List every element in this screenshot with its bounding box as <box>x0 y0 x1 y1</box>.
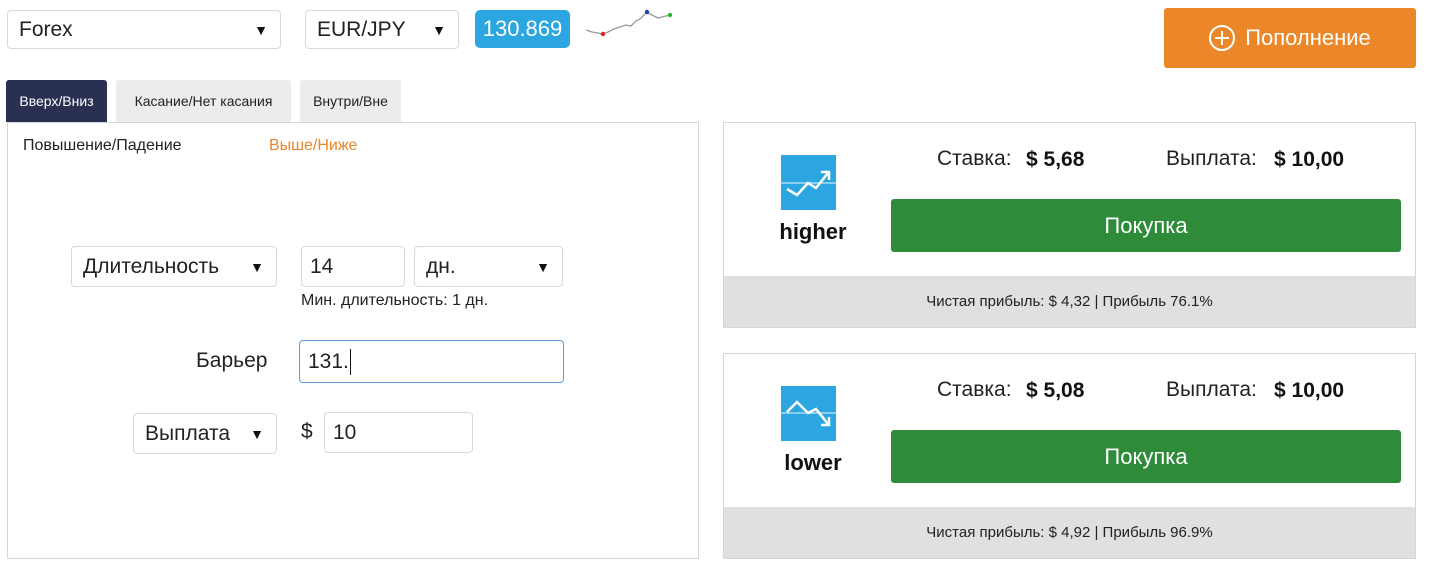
stake-label: Ставка: <box>937 378 1012 401</box>
chevron-down-icon: ▼ <box>432 21 446 38</box>
buy-button[interactable]: Покупка <box>891 430 1401 483</box>
plus-circle-icon <box>1209 25 1236 51</box>
subtab-rise-fall[interactable]: Повышение/Падение <box>23 137 182 155</box>
duration-unit-select[interactable]: дн. ▼ <box>414 246 563 287</box>
pair-select[interactable]: EUR/JPY ▼ <box>305 10 459 49</box>
chevron-down-icon: ▼ <box>254 21 268 38</box>
tab-label: Внутри/Вне <box>313 93 388 109</box>
direction-label: lower <box>784 450 842 475</box>
stake-value: $ 5,68 <box>1026 148 1085 171</box>
trend-up-icon <box>781 155 836 210</box>
stake-value: $ 5,08 <box>1026 379 1085 402</box>
price-sparkline <box>585 9 673 37</box>
chevron-down-icon: ▼ <box>250 258 264 275</box>
barrier-input[interactable]: 131. <box>299 340 564 383</box>
tab-label: Вверх/Вниз <box>19 93 94 109</box>
market-select[interactable]: Forex ▼ <box>7 10 281 49</box>
profit-summary: Чистая прибыль: $ 4,92 | Прибыль 96.9% <box>724 507 1415 558</box>
min-duration-hint: Мин. длительность: 1 дн. <box>301 292 489 309</box>
market-select-value: Forex <box>19 17 73 41</box>
barrier-input-value: 131. <box>308 349 349 373</box>
payout-input-value: 10 <box>333 420 357 444</box>
stake-label: Ставка: <box>937 147 1012 170</box>
duration-type-value: Длительность <box>83 254 220 278</box>
duration-type-select[interactable]: Длительность ▼ <box>71 246 277 287</box>
currency-symbol: $ <box>301 420 313 443</box>
payout-value: $ 10,00 <box>1274 379 1345 402</box>
trend-down-icon <box>781 386 836 441</box>
payout-value: $ 10,00 <box>1274 148 1345 171</box>
profit-summary: Чистая прибыль: $ 4,32 | Прибыль 76.1% <box>724 276 1415 327</box>
buy-button-label: Покупка <box>1104 212 1188 238</box>
payout-label: Выплата: <box>1166 147 1257 170</box>
payout-label: Выплата: <box>1166 378 1257 401</box>
subtab-higher-lower[interactable]: Выше/Ниже <box>269 137 357 155</box>
barrier-label: Барьер <box>196 349 268 372</box>
price-badge: 130.869 <box>475 10 570 48</box>
payout-type-select[interactable]: Выплата ▼ <box>133 413 277 454</box>
text-caret <box>349 348 351 375</box>
high-point-marker <box>644 9 650 15</box>
payout-type-value: Выплата <box>145 421 231 445</box>
tab-in-out[interactable]: Внутри/Вне <box>300 80 401 122</box>
contract-card-higher: higher Ставка: $ 5,68 Выплата: $ 10,00 П… <box>723 122 1416 328</box>
chevron-down-icon: ▼ <box>250 425 264 442</box>
duration-unit-value: дн. <box>426 254 456 278</box>
pair-select-value: EUR/JPY <box>317 17 406 41</box>
deposit-button[interactable]: Пополнение <box>1164 8 1416 68</box>
payout-input[interactable]: 10 <box>324 412 473 453</box>
chevron-down-icon: ▼ <box>536 258 550 275</box>
duration-input[interactable]: 14 <box>301 246 405 287</box>
tab-touch-no-touch[interactable]: Касание/Нет касания <box>116 80 291 122</box>
deposit-button-label: Пополнение <box>1245 25 1371 50</box>
last-point-marker <box>667 12 673 18</box>
duration-input-value: 14 <box>310 254 334 278</box>
tab-up-down[interactable]: Вверх/Вниз <box>6 80 107 122</box>
buy-button[interactable]: Покупка <box>891 199 1401 252</box>
direction-label: higher <box>779 219 847 244</box>
low-point-marker <box>600 31 606 37</box>
contract-card-lower: lower Ставка: $ 5,08 Выплата: $ 10,00 По… <box>723 353 1416 559</box>
buy-button-label: Покупка <box>1104 443 1188 469</box>
tab-label: Касание/Нет касания <box>134 93 273 109</box>
trade-form-panel: Повышение/Падение Выше/Ниже Длительность… <box>7 122 699 559</box>
